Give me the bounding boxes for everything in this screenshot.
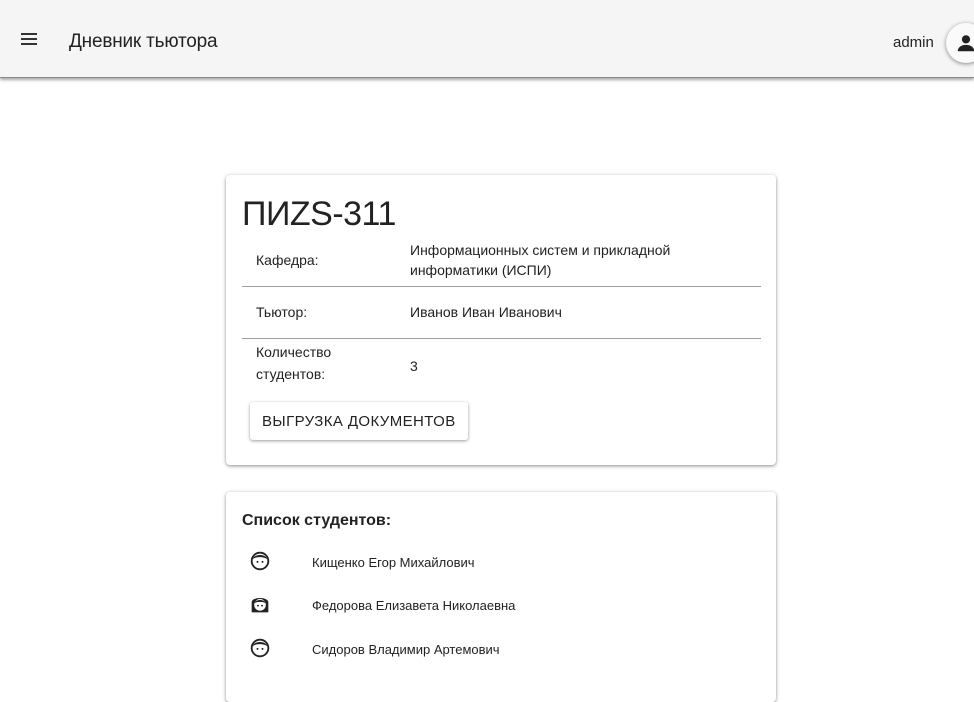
app-bar: Дневник тьютора admin bbox=[0, 0, 974, 78]
user-name[interactable]: admin bbox=[893, 34, 934, 51]
divider bbox=[242, 338, 761, 339]
list-item[interactable]: Сидоров Владимир Артемович bbox=[250, 638, 730, 662]
students-card: Список студентов: Кищенко Егор Михайлови… bbox=[226, 492, 776, 702]
list-item[interactable]: Федорова Елизавета Николаевна bbox=[250, 594, 730, 618]
students-list-title: Список студентов: bbox=[242, 512, 392, 529]
tutor-label: Тьютор: bbox=[256, 304, 308, 320]
department-label: Кафедра: bbox=[256, 252, 319, 268]
app-title: Дневник тьютора bbox=[69, 31, 218, 52]
girl-face-icon bbox=[251, 597, 269, 613]
group-card: ПИZS-311 Кафедра: Информационных систем … bbox=[226, 175, 776, 465]
students-count-value: 3 bbox=[410, 358, 418, 374]
account-button[interactable] bbox=[946, 23, 974, 63]
boy-face-icon bbox=[250, 638, 270, 658]
student-name: Сидоров Владимир Артемович bbox=[312, 642, 500, 657]
student-name: Кищенко Егор Михайлович bbox=[312, 555, 475, 570]
student-name: Федорова Елизавета Николаевна bbox=[312, 598, 516, 613]
tutor-value: Иванов Иван Иванович bbox=[410, 304, 562, 320]
export-documents-button[interactable]: ВЫГРУЗКА ДОКУМЕНТОВ bbox=[250, 402, 468, 440]
info-row-students-count: Количество студентов: 3 bbox=[242, 342, 761, 386]
person-icon bbox=[957, 35, 974, 52]
list-item[interactable]: Кищенко Егор Михайлович bbox=[250, 551, 730, 575]
department-value-line2: информатики (ИСПИ) bbox=[410, 262, 552, 278]
info-row-department: Кафедра: Информационных систем и приклад… bbox=[242, 240, 761, 284]
boy-face-icon bbox=[250, 551, 270, 571]
students-count-label-line2: студентов: bbox=[256, 366, 326, 382]
info-row-tutor: Тьютор: Иванов Иван Иванович bbox=[242, 302, 761, 322]
students-count-label-line1: Количество bbox=[256, 344, 332, 360]
divider bbox=[242, 286, 761, 287]
menu-icon[interactable] bbox=[18, 28, 44, 50]
department-value-line1: Информационных систем и прикладной bbox=[410, 242, 671, 258]
group-title: ПИZS-311 bbox=[242, 195, 396, 233]
